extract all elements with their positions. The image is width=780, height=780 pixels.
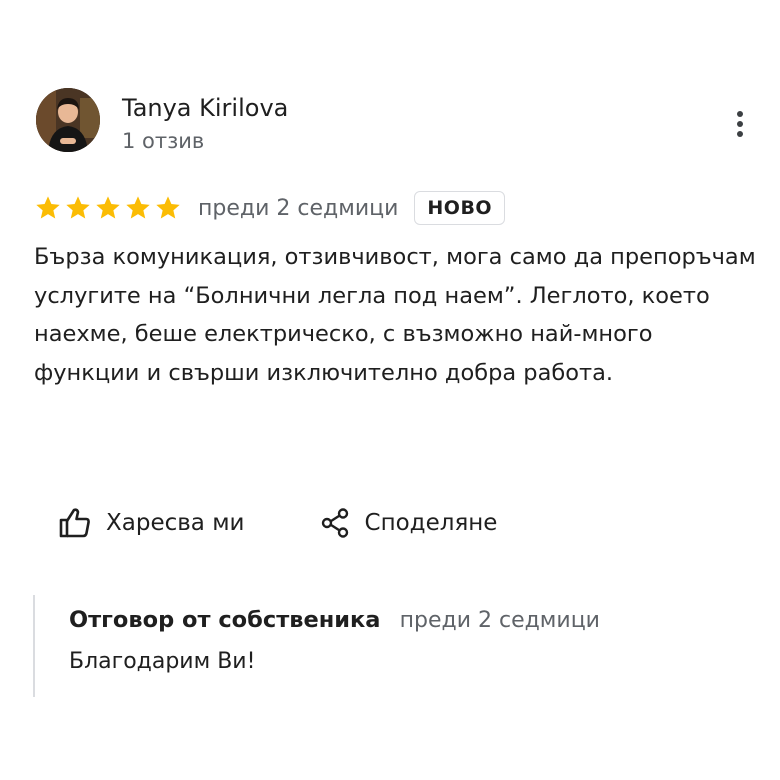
review-text: Бърза комуникация, отзивчивост, мога сам…: [34, 244, 756, 386]
star-rating: [34, 194, 182, 222]
user-photo-icon: [36, 88, 100, 152]
star-icon: [66, 196, 90, 219]
star-icon: [126, 196, 150, 219]
star-icon: [96, 196, 120, 219]
more-options-button[interactable]: [722, 106, 758, 142]
more-vertical-icon: [737, 111, 743, 137]
review-card: Tanya Kirilova 1 отзив преди 2 седмици Н…: [0, 0, 780, 780]
owner-reply-title: Отговор от собственика: [69, 607, 381, 633]
owner-reply-header: Отговор от собственика преди 2 седмици: [69, 607, 600, 633]
avatar[interactable]: [36, 88, 100, 152]
star-icon: [36, 196, 60, 219]
share-button[interactable]: Споделяне: [319, 507, 498, 539]
thumbs-up-icon: [59, 508, 90, 538]
owner-reply: Отговор от собственика преди 2 седмици Б…: [33, 595, 735, 697]
review-actions: Харесва ми Споделяне: [58, 500, 497, 546]
review-time: преди 2 седмици: [198, 195, 399, 221]
reviewer-name[interactable]: Tanya Kirilova: [122, 93, 288, 123]
like-button[interactable]: Харесва ми: [58, 507, 245, 539]
share-icon: [321, 508, 348, 538]
owner-reply-text: Благодарим Ви!: [69, 649, 256, 674]
like-label: Харесва ми: [106, 510, 245, 536]
rating-row: преди 2 седмици НОВО: [34, 188, 506, 228]
reviewer-review-count[interactable]: 1 отзив: [122, 127, 204, 155]
share-label: Споделяне: [364, 510, 498, 536]
star-icon: [156, 196, 180, 219]
new-badge: НОВО: [414, 191, 506, 225]
owner-reply-time: преди 2 седмици: [399, 608, 600, 633]
